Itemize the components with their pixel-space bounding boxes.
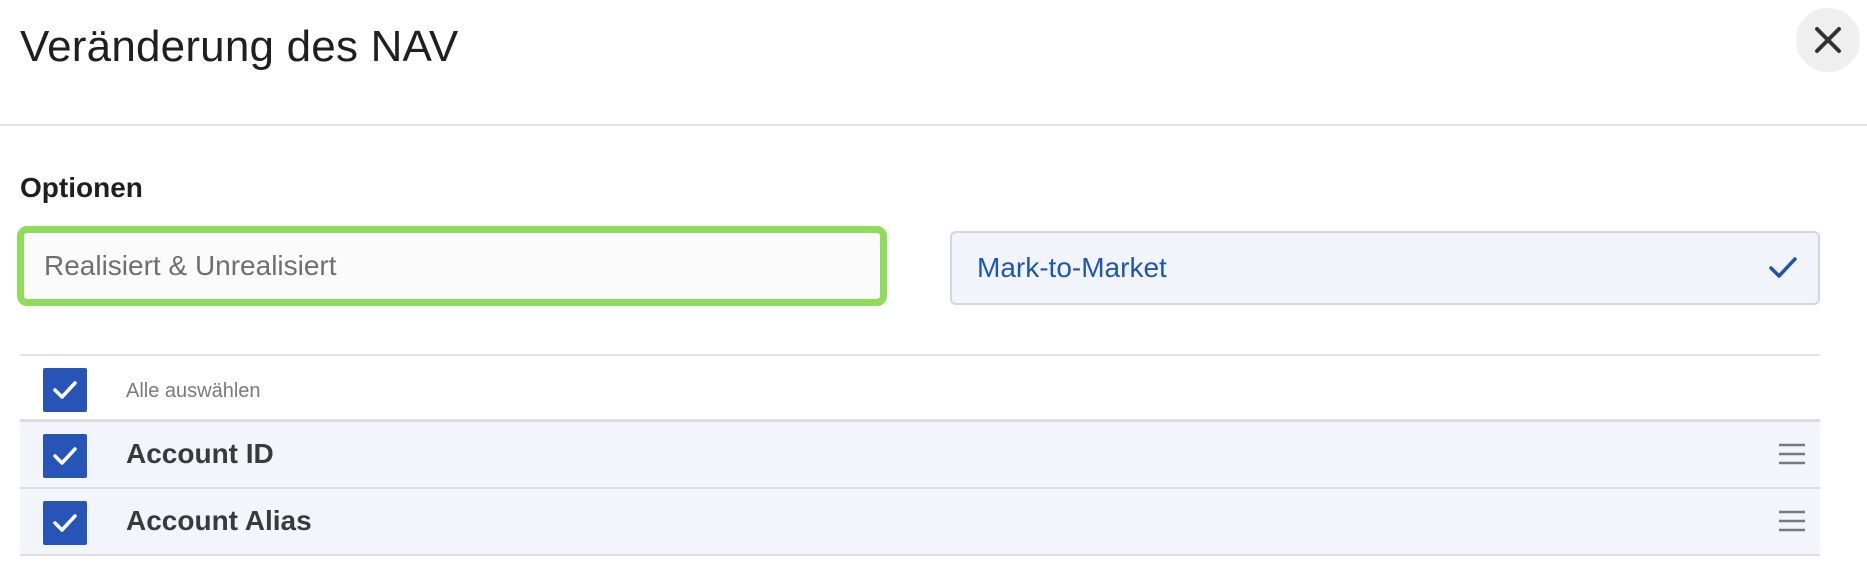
account-alias-checkbox[interactable] bbox=[43, 501, 87, 545]
options-heading: Optionen bbox=[20, 172, 143, 203]
checkmark-icon bbox=[1769, 257, 1797, 278]
realized-unrealized-option[interactable]: Realisiert & Unrealisiert bbox=[17, 226, 887, 306]
select-all-row[interactable]: Alle auswählen bbox=[20, 356, 1820, 422]
check-icon bbox=[53, 381, 77, 399]
select-all-label: Alle auswählen bbox=[126, 380, 261, 402]
close-button[interactable] bbox=[1796, 8, 1860, 72]
column-list: Alle auswählen Account ID Account Alias bbox=[20, 354, 1820, 556]
close-icon bbox=[1815, 27, 1841, 53]
dialog-title: Veränderung des NAV bbox=[20, 22, 459, 71]
realized-unrealized-label: Realisiert & Unrealisiert bbox=[44, 250, 337, 281]
account-alias-label: Account Alias bbox=[126, 505, 312, 536]
drag-handle-icon[interactable] bbox=[1778, 442, 1806, 466]
mark-to-market-option[interactable]: Mark-to-Market bbox=[950, 231, 1820, 305]
account-id-checkbox[interactable] bbox=[43, 434, 87, 478]
nav-change-dialog: Veränderung des NAV Optionen Realisiert … bbox=[0, 0, 1867, 568]
account-id-label: Account ID bbox=[126, 438, 274, 469]
drag-handle-icon[interactable] bbox=[1778, 509, 1806, 533]
check-icon bbox=[53, 447, 77, 465]
list-item[interactable]: Account Alias bbox=[20, 489, 1820, 556]
list-item[interactable]: Account ID bbox=[20, 422, 1820, 489]
mark-to-market-label: Mark-to-Market bbox=[977, 252, 1167, 283]
select-all-checkbox[interactable] bbox=[43, 368, 87, 412]
check-icon bbox=[53, 514, 77, 532]
header-divider bbox=[0, 124, 1867, 126]
